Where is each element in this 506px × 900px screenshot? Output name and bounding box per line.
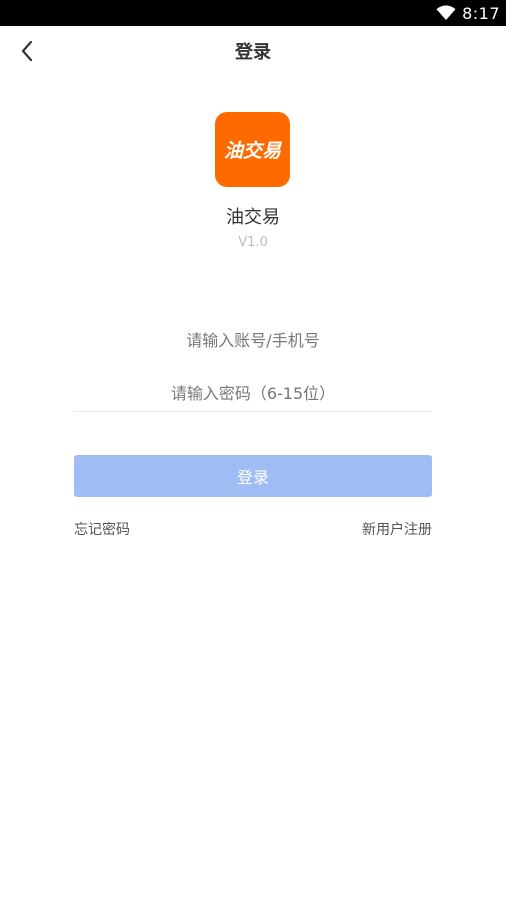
account-input[interactable] [74,318,432,362]
app-name: 油交易 [226,207,280,228]
status-bar: 8:17 [0,0,506,26]
navigation-bar: 登录 [0,26,506,80]
login-button[interactable]: 登录 [74,455,432,497]
back-button[interactable] [12,38,42,68]
app-logo-text: 油交易 [223,140,281,162]
password-input[interactable] [74,371,432,415]
input-divider [74,411,432,412]
status-icons: 8:17 [436,0,500,26]
chevron-left-icon [20,40,34,66]
page-title: 登录 [235,42,271,63]
app-version: V1.0 [238,235,268,250]
wifi-icon [436,5,456,21]
forgot-password-link[interactable]: 忘记密码 [74,519,130,539]
register-link[interactable]: 新用户注册 [362,519,432,539]
app-logo: 油交易 [215,112,290,187]
status-time: 8:17 [462,3,500,23]
